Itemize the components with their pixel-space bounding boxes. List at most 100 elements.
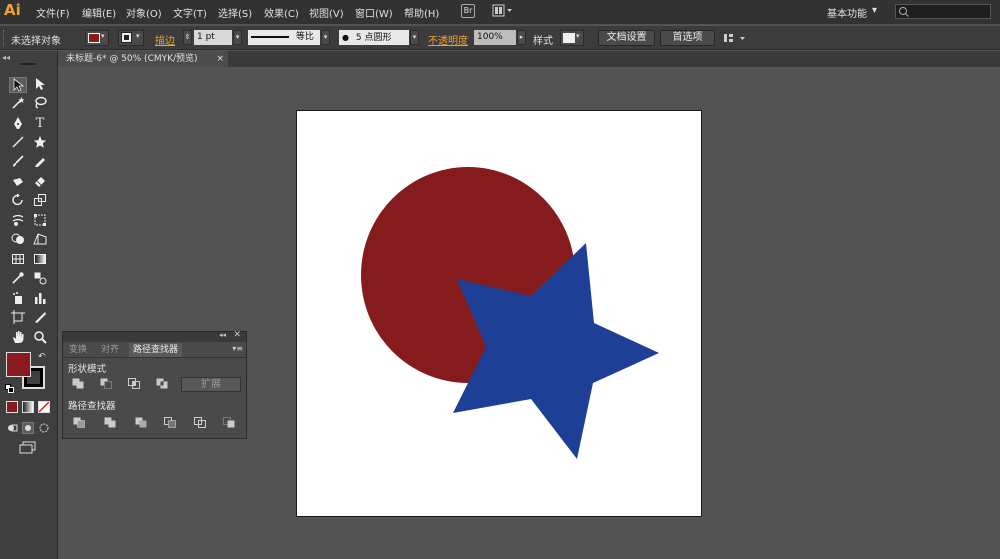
- panel-menu-icon[interactable]: ▾≡: [232, 344, 243, 353]
- tools-grip[interactable]: [20, 63, 36, 65]
- bridge-button[interactable]: Br: [461, 4, 475, 18]
- outline-icon[interactable]: [194, 417, 206, 428]
- brush-definition[interactable]: ● 5 点圆形: [339, 30, 409, 45]
- arrange-icon[interactable]: [722, 31, 748, 45]
- menu-type[interactable]: 文字(T): [173, 5, 207, 20]
- tools-panel: ◂◂ T ↶: [0, 51, 58, 559]
- gradient-mode-icon[interactable]: [22, 401, 34, 413]
- profile-dropdown[interactable]: ▾: [321, 30, 330, 45]
- column-graph-tool-icon[interactable]: [31, 291, 49, 307]
- tab-pathfinder[interactable]: 路径查找器: [129, 343, 183, 357]
- chevron-down-icon: ▾: [576, 32, 580, 40]
- blob-brush-tool-icon[interactable]: [9, 174, 27, 190]
- menu-object[interactable]: 对象(O): [126, 5, 162, 20]
- mesh-tool-icon[interactable]: [9, 252, 27, 268]
- close-tab-icon[interactable]: ×: [216, 51, 224, 67]
- divide-icon[interactable]: [73, 417, 85, 428]
- minus-back-icon[interactable]: [223, 417, 235, 428]
- blend-tool-icon[interactable]: [31, 271, 49, 287]
- workspace-switcher[interactable]: 基本功能: [827, 5, 867, 20]
- unite-icon[interactable]: [72, 378, 84, 389]
- draw-normal-icon[interactable]: [6, 422, 18, 434]
- merge-icon[interactable]: [135, 417, 147, 428]
- shape-builder-tool-icon[interactable]: [9, 232, 27, 248]
- menu-view[interactable]: 视图(V): [309, 5, 344, 20]
- stroke-label[interactable]: 描边: [155, 32, 175, 47]
- search-input[interactable]: [895, 4, 991, 19]
- menu-file[interactable]: 文件(F): [36, 5, 70, 20]
- menu-window[interactable]: 窗口(W): [355, 5, 393, 20]
- stroke-swatch-dropdown[interactable]: ▾: [118, 30, 144, 46]
- menu-help[interactable]: 帮助(H): [404, 5, 439, 20]
- panel-title-bar[interactable]: ◂◂ ✕: [63, 330, 246, 342]
- close-panel-icon[interactable]: ✕: [233, 330, 241, 340]
- color-mode-icon[interactable]: [6, 401, 18, 413]
- graphic-style-dropdown[interactable]: ▾: [560, 30, 584, 46]
- swap-colors-icon[interactable]: ↶: [38, 352, 46, 362]
- menu-effect[interactable]: 效果(C): [264, 5, 299, 20]
- preferences-button[interactable]: 首选项: [660, 30, 715, 46]
- default-colors-icon[interactable]: [5, 384, 14, 393]
- brush-dropdown[interactable]: ▾: [410, 30, 419, 45]
- type-tool-icon[interactable]: T: [31, 116, 49, 132]
- document-setup-button[interactable]: 文档设置: [598, 30, 655, 46]
- rotate-tool-icon[interactable]: [9, 193, 27, 209]
- eraser-tool-icon[interactable]: [31, 174, 49, 190]
- stroke-weight-stepper[interactable]: ⇕: [183, 30, 192, 45]
- arrange-documents-icon[interactable]: [492, 4, 514, 18]
- gradient-tool-icon[interactable]: [31, 252, 49, 268]
- stroke-weight-dropdown[interactable]: ▾: [233, 30, 242, 45]
- tab-transform[interactable]: 变换: [65, 343, 91, 357]
- fill-color-box[interactable]: [6, 352, 31, 377]
- stroke-weight-field[interactable]: 1 pt: [194, 30, 232, 45]
- tab-align[interactable]: 对齐: [97, 343, 123, 357]
- selection-status: 未选择对象: [11, 36, 61, 47]
- stroke-swatch-icon: [121, 32, 132, 43]
- expand-button[interactable]: 扩展: [181, 377, 241, 392]
- collapse-panel-icon[interactable]: ◂◂: [219, 331, 226, 339]
- zoom-tool-icon[interactable]: [31, 330, 49, 346]
- magic-wand-tool-icon[interactable]: [9, 96, 27, 112]
- pen-tool-icon[interactable]: [9, 116, 27, 132]
- warp-tool-icon[interactable]: [9, 213, 27, 229]
- screen-mode-icon[interactable]: [19, 441, 37, 455]
- exclude-icon[interactable]: [156, 378, 168, 389]
- slice-tool-icon[interactable]: [31, 310, 49, 326]
- selection-tool-icon[interactable]: [9, 77, 27, 93]
- eyedropper-tool-icon[interactable]: [9, 271, 27, 287]
- line-tool-icon[interactable]: [9, 135, 27, 151]
- free-transform-tool-icon[interactable]: [31, 213, 49, 229]
- document-tab[interactable]: 未标题-6* @ 50% (CMYK/预览) ×: [58, 51, 228, 67]
- crop-icon[interactable]: [164, 417, 176, 428]
- menu-edit[interactable]: 编辑(E): [82, 5, 116, 20]
- paintbrush-tool-icon[interactable]: [9, 154, 27, 170]
- artboard[interactable]: [296, 110, 702, 517]
- menu-select[interactable]: 选择(S): [218, 5, 252, 20]
- collapse-icon[interactable]: ◂◂: [2, 53, 10, 62]
- grip-handle[interactable]: [3, 30, 5, 46]
- scale-tool-icon[interactable]: [31, 193, 49, 209]
- minus-front-icon[interactable]: [100, 378, 112, 389]
- workspace-arrow-icon[interactable]: ▾: [872, 5, 877, 16]
- opacity-field[interactable]: 100%: [474, 30, 516, 45]
- variable-width-profile[interactable]: 等比: [248, 30, 320, 45]
- draw-inside-icon[interactable]: [38, 422, 50, 434]
- direct-selection-tool-icon[interactable]: [31, 77, 49, 93]
- perspective-grid-tool-icon[interactable]: [31, 232, 49, 248]
- fill-swatch-dropdown[interactable]: ▾: [85, 30, 109, 46]
- trim-icon[interactable]: [104, 417, 116, 428]
- hand-tool-icon[interactable]: [9, 330, 27, 346]
- control-bar: 未选择对象 ▾ ▾ 描边 ⇕ 1 pt ▾ 等比 ▾ ● 5 点圆形 ▾ 不透明…: [0, 26, 1000, 50]
- intersect-icon[interactable]: [128, 378, 140, 389]
- opacity-dropdown[interactable]: ▸: [517, 30, 526, 45]
- lasso-tool-icon[interactable]: [31, 96, 49, 112]
- star-tool-icon[interactable]: [31, 135, 49, 151]
- opacity-label[interactable]: 不透明度: [428, 32, 468, 47]
- search-icon: [899, 7, 909, 17]
- pathfinders-label: 路径查找器: [68, 401, 116, 412]
- symbol-sprayer-tool-icon[interactable]: [9, 291, 27, 307]
- none-mode-icon[interactable]: [38, 401, 50, 413]
- pencil-tool-icon[interactable]: [31, 154, 49, 170]
- draw-behind-icon[interactable]: [22, 422, 34, 434]
- artboard-tool-icon[interactable]: [9, 310, 27, 326]
